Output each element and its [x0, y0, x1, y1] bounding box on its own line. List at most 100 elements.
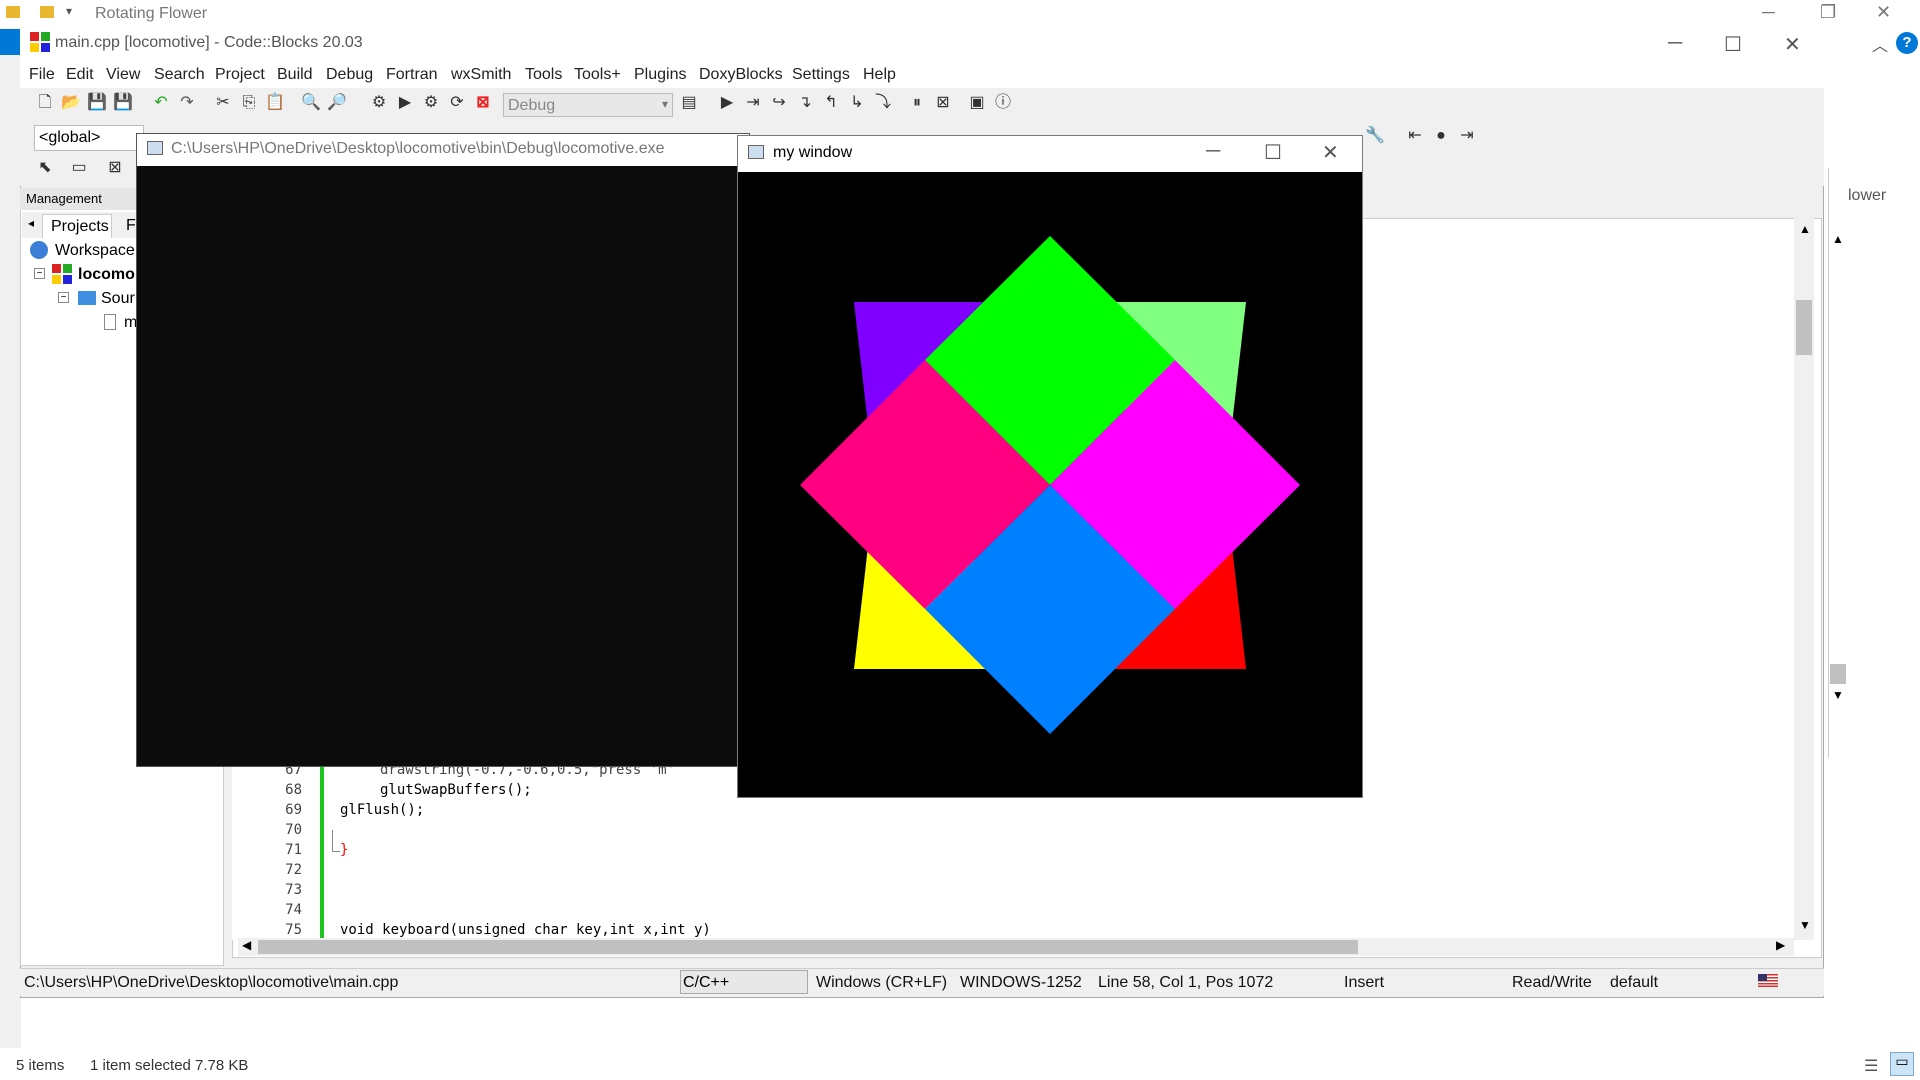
outer-scroll-thumb[interactable] [1830, 664, 1846, 684]
paste-icon[interactable]: 📋 [264, 92, 286, 114]
menu-file[interactable]: File [29, 66, 55, 84]
run-icon[interactable]: ▶ [394, 92, 416, 114]
explorer-title: Rotating Flower [95, 5, 208, 22]
glut-maximize-button[interactable]: ☐ [1264, 140, 1282, 165]
line-number: 70 [285, 822, 302, 838]
code-line: } [340, 842, 349, 858]
collapse-icon[interactable]: − [58, 292, 69, 303]
outer-scroll-down-icon[interactable]: ▼ [1832, 688, 1844, 702]
jump-back-icon[interactable]: ⇤ [1404, 125, 1426, 147]
tree-item-sources[interactable]: Sour [101, 290, 135, 308]
console-app-icon [147, 141, 163, 155]
tiles-view-icon[interactable]: ▭ [1890, 1052, 1914, 1076]
build-target-value: Debug [508, 97, 556, 114]
details-view-icon[interactable]: ☰ [1864, 1056, 1878, 1076]
step-out-icon[interactable]: ↰ [820, 92, 842, 114]
line-number: 69 [285, 802, 302, 818]
rectangle-tool-icon[interactable]: ▭ [68, 157, 90, 179]
project-icon [52, 264, 72, 284]
glut-close-button[interactable]: ✕ [1322, 140, 1339, 165]
pause-icon[interactable]: ⏸ [906, 92, 928, 114]
status-language[interactable]: C/C++ [680, 970, 808, 994]
menu-settings[interactable]: Settings [792, 66, 850, 84]
close-button[interactable]: ✕ [1784, 32, 1801, 57]
minimize-button[interactable]: ─ [1668, 32, 1682, 55]
explorer-restore-button[interactable]: ❐ [1820, 2, 1836, 23]
step-instruction-icon[interactable]: ⤵ [872, 92, 894, 114]
explorer-close-button[interactable]: ✕ [1876, 2, 1891, 23]
glut-render-canvas[interactable] [738, 172, 1362, 797]
menu-fortran[interactable]: Fortran [386, 66, 438, 84]
undo-icon[interactable]: ↶ [150, 92, 172, 114]
save-all-icon[interactable]: 💾 [112, 92, 134, 114]
tree-item-project[interactable]: locomo [78, 266, 135, 284]
bookmark-icon[interactable]: ● [1430, 125, 1452, 147]
menu-tools-plus[interactable]: Tools+ [574, 66, 621, 84]
next-instruction-icon[interactable]: ↳ [846, 92, 868, 114]
outer-scroll-up-icon[interactable]: ▲ [1832, 232, 1844, 246]
code-line: glutSwapBuffers(); [380, 782, 532, 798]
menu-view[interactable]: View [106, 66, 140, 84]
new-file-icon[interactable]: 🗋 [34, 92, 56, 114]
next-line-icon[interactable]: ↪ [768, 92, 790, 114]
debug-start-icon[interactable]: ▶ [716, 92, 738, 114]
jump-forward-icon[interactable]: ⇥ [1456, 125, 1478, 147]
status-file-path: C:\Users\HP\OneDrive\Desktop\locomotive\… [24, 974, 399, 991]
menu-help[interactable]: Help [863, 66, 896, 84]
target-options-icon[interactable]: ▤ [678, 92, 700, 114]
menu-project[interactable]: Project [215, 66, 265, 84]
tab-projects[interactable]: Projects [42, 214, 112, 238]
redo-icon[interactable]: ↷ [176, 92, 198, 114]
chevron-right-icon[interactable]: ▶ [1776, 938, 1785, 952]
copy-icon[interactable]: ⎘ [238, 92, 260, 114]
glut-title: my window [773, 144, 853, 161]
build-icon[interactable]: ⚙ [368, 92, 390, 114]
abort-icon[interactable]: ⊠ [472, 92, 494, 114]
status-line-endings: Windows (CR+LF) [816, 974, 948, 991]
help-icon[interactable]: ? [1896, 32, 1918, 54]
build-target-select[interactable]: Debug ▾ [503, 93, 673, 117]
tree-item-workspace[interactable]: Workspace [55, 242, 135, 260]
run-to-cursor-icon[interactable]: ⇥ [742, 92, 764, 114]
widget-tool-icon[interactable]: ⊠ [104, 157, 126, 179]
pointer-icon[interactable]: ⬉ [34, 157, 56, 179]
chevron-up-icon[interactable]: ︿ [1872, 32, 1888, 56]
chevron-left-icon[interactable]: ◀ [242, 938, 251, 952]
step-into-icon[interactable]: ↴ [794, 92, 816, 114]
wrench-icon[interactable]: 🔧 [1364, 125, 1386, 147]
menu-plugins[interactable]: Plugins [634, 66, 686, 84]
explorer-minimize-button[interactable]: ─ [1762, 2, 1775, 23]
save-icon[interactable]: 💾 [86, 92, 108, 114]
glut-minimize-button[interactable]: ─ [1206, 140, 1220, 163]
chevron-left-icon[interactable]: ◂ [28, 216, 34, 230]
build-run-icon[interactable]: ⚙ [420, 92, 442, 114]
debug-windows-icon[interactable]: ▣ [966, 92, 988, 114]
console-window[interactable] [136, 133, 750, 767]
chevron-up-icon[interactable]: ▲ [1799, 222, 1811, 236]
chevron-down-icon[interactable]: ▼ [1799, 918, 1811, 932]
find-icon[interactable]: 🔍 [300, 92, 322, 114]
cut-icon[interactable]: ✂ [212, 92, 234, 114]
menu-doxyblocks[interactable]: DoxyBlocks [699, 66, 783, 84]
stop-debug-icon[interactable]: ⊠ [932, 92, 954, 114]
file-icon [104, 314, 116, 330]
menu-search[interactable]: Search [154, 66, 205, 84]
status-profile: default [1610, 974, 1659, 991]
scope-select[interactable]: <global> [34, 125, 144, 151]
menu-build[interactable]: Build [277, 66, 313, 84]
code-line: void keyboard(unsigned char key,int x,in… [340, 922, 711, 938]
menu-tools[interactable]: Tools [525, 66, 562, 84]
menu-debug[interactable]: Debug [326, 66, 373, 84]
chevron-down-icon[interactable]: ▾ [66, 4, 72, 18]
replace-icon[interactable]: 🔎 [326, 92, 348, 114]
rebuild-icon[interactable]: ⟳ [446, 92, 468, 114]
editor-horizontal-scroll-thumb[interactable] [258, 940, 1358, 954]
editor-vertical-scroll-thumb[interactable] [1796, 300, 1812, 355]
maximize-button[interactable]: ☐ [1724, 32, 1742, 57]
menu-edit[interactable]: Edit [66, 66, 94, 84]
menu-wxsmith[interactable]: wxSmith [451, 66, 511, 84]
explorer-statusbar [0, 1048, 1920, 1080]
info-icon[interactable]: ⓘ [992, 92, 1014, 114]
open-icon[interactable]: 📂 [60, 92, 82, 114]
collapse-icon[interactable]: − [34, 268, 45, 279]
